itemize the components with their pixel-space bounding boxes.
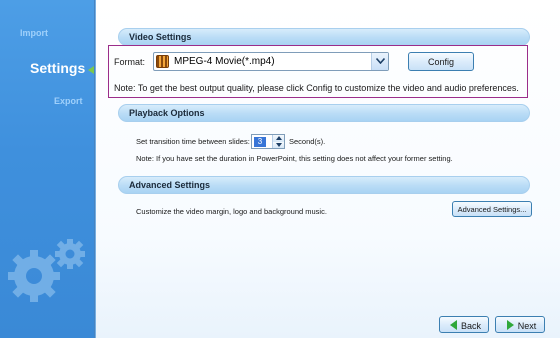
section-header-playback-options: Playback Options [118,104,530,122]
next-arrow-icon [507,320,514,330]
next-button[interactable]: Next [495,316,545,333]
transition-time-stepper[interactable]: 3 [251,134,285,149]
next-label: Next [517,321,537,331]
seconds-label: Second(s). [289,137,326,146]
sidebar-item-export[interactable]: Export [54,96,96,106]
advanced-settings-button[interactable]: Advanced Settings... [452,201,532,217]
video-note: Note: To get the best output quality, pl… [114,83,519,93]
gears-icon [8,239,85,302]
format-label: Format: [114,57,146,67]
advanced-settings-description: Customize the video margin, logo and bac… [136,207,327,216]
back-label: Back [460,321,481,331]
format-dropdown[interactable]: MPEG-4 Movie(*.mp4) [153,52,389,71]
back-arrow-icon [450,320,457,330]
sidebar-item-import[interactable]: Import [20,28,96,38]
back-button[interactable]: Back [439,316,489,333]
sidebar-item-settings[interactable]: Settings [30,60,96,76]
format-value: MPEG-4 Movie(*.mp4) [174,56,275,67]
config-button[interactable]: Config [408,52,474,71]
stepper-down-icon[interactable] [272,141,284,148]
chevron-down-icon[interactable] [371,53,388,70]
transition-time-value[interactable]: 3 [254,137,266,147]
section-header-advanced-settings: Advanced Settings [118,176,530,194]
playback-note: Note: If you have set the duration in Po… [136,154,453,163]
sidebar: Import Settings Export [0,0,96,338]
transition-time-label: Set transition time between slides: [136,137,250,146]
section-header-video-settings: Video Settings [118,28,530,46]
film-icon [156,55,169,68]
main-panel: Video Settings Format: MPEG-4 Movie(*.mp… [96,0,560,338]
